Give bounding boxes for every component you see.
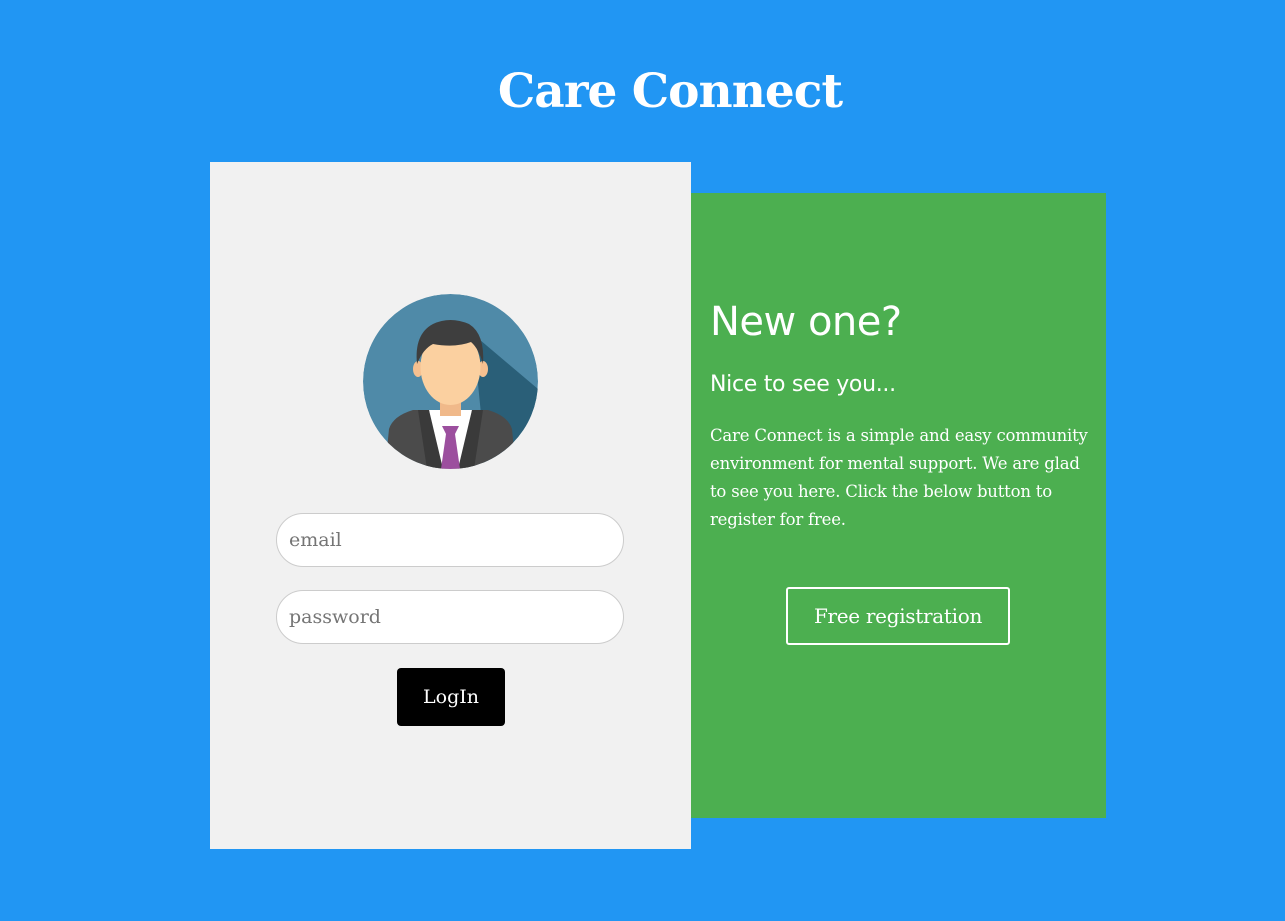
register-panel: New one? Nice to see you... Care Connect… (691, 193, 1106, 818)
app-title: Care Connect (497, 64, 843, 119)
password-field[interactable] (276, 590, 624, 644)
user-avatar-icon (363, 294, 538, 469)
register-heading: New one? (710, 299, 902, 345)
free-registration-button[interactable]: Free registration (786, 587, 1010, 645)
login-panel: LogIn (210, 162, 691, 849)
email-field[interactable] (276, 513, 624, 567)
login-button[interactable]: LogIn (397, 668, 505, 726)
register-description: Care Connect is a simple and easy commun… (710, 426, 1088, 529)
register-subheading: Nice to see you... (710, 372, 896, 397)
